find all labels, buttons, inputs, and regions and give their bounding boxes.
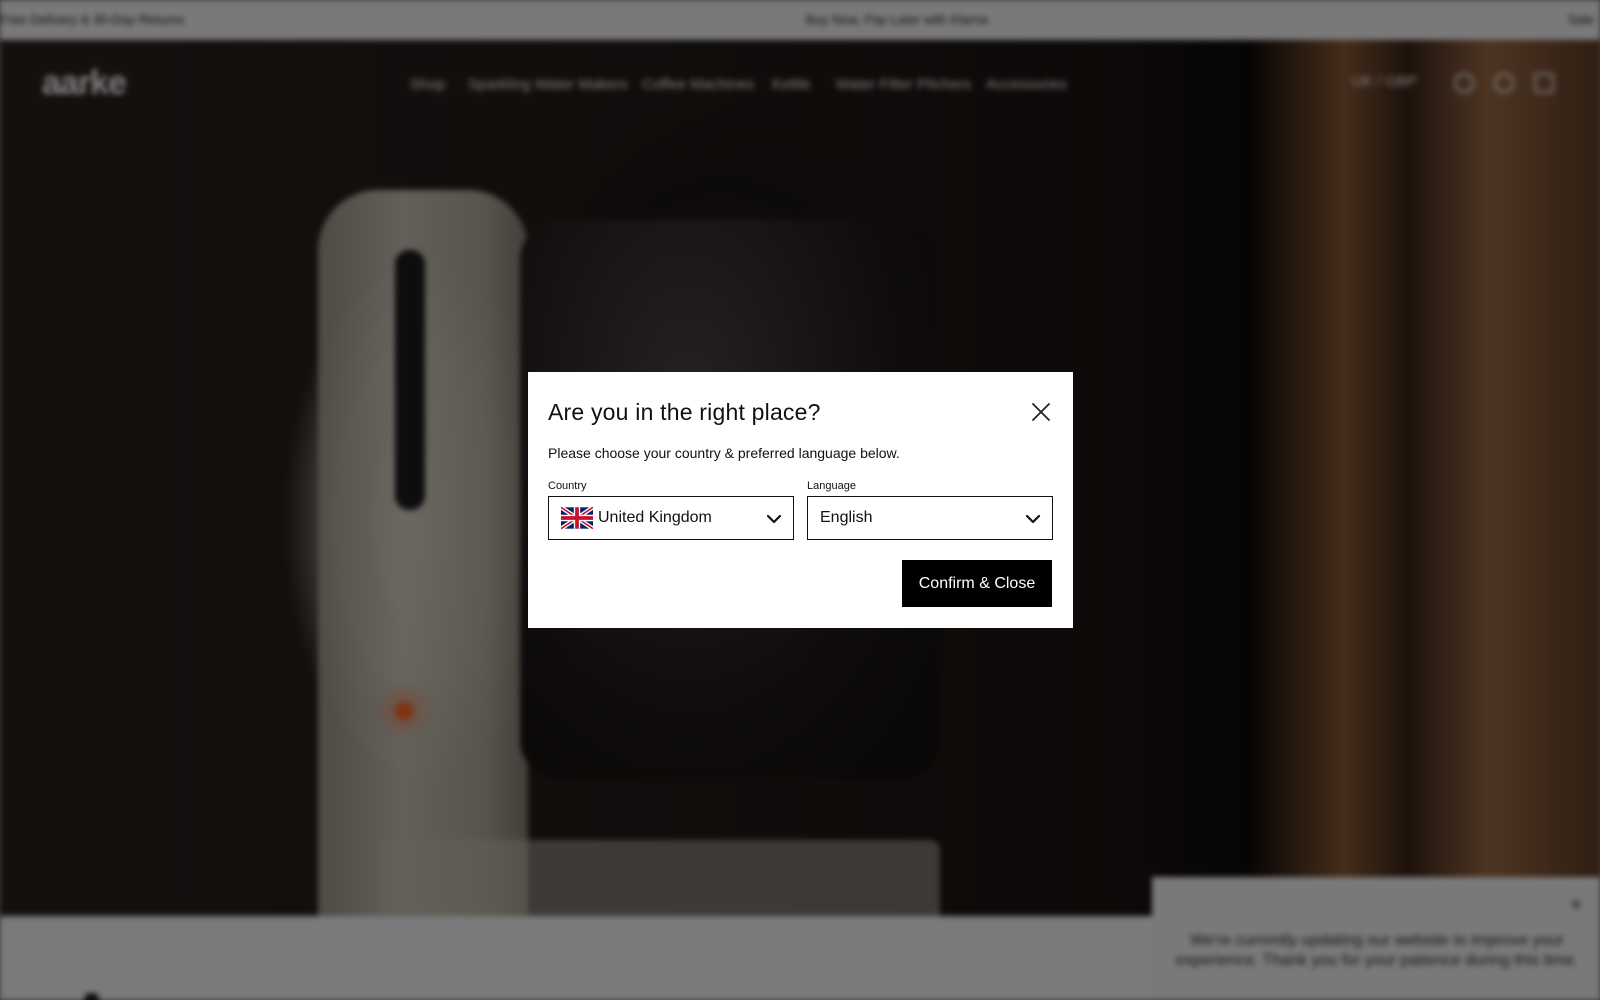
- language-label: Language: [807, 480, 856, 492]
- chevron-down-icon: [1025, 514, 1041, 524]
- country-select[interactable]: United Kingdom: [548, 496, 794, 540]
- language-select[interactable]: English: [807, 496, 1053, 540]
- modal-title: Are you in the right place?: [548, 399, 821, 425]
- page: Free Delivery & 30-Day Returns Buy Now, …: [0, 0, 1600, 1000]
- modal-description: Please choose your country & preferred l…: [548, 445, 900, 461]
- country-value: United Kingdom: [598, 509, 712, 526]
- country-label: Country: [548, 480, 587, 492]
- language-value: English: [820, 509, 873, 526]
- uk-flag-icon: [561, 506, 593, 530]
- chevron-down-icon: [766, 514, 782, 524]
- close-icon[interactable]: [1029, 400, 1053, 424]
- region-modal: Are you in the right place? Please choos…: [528, 372, 1073, 628]
- confirm-close-button[interactable]: Confirm & Close: [902, 560, 1052, 607]
